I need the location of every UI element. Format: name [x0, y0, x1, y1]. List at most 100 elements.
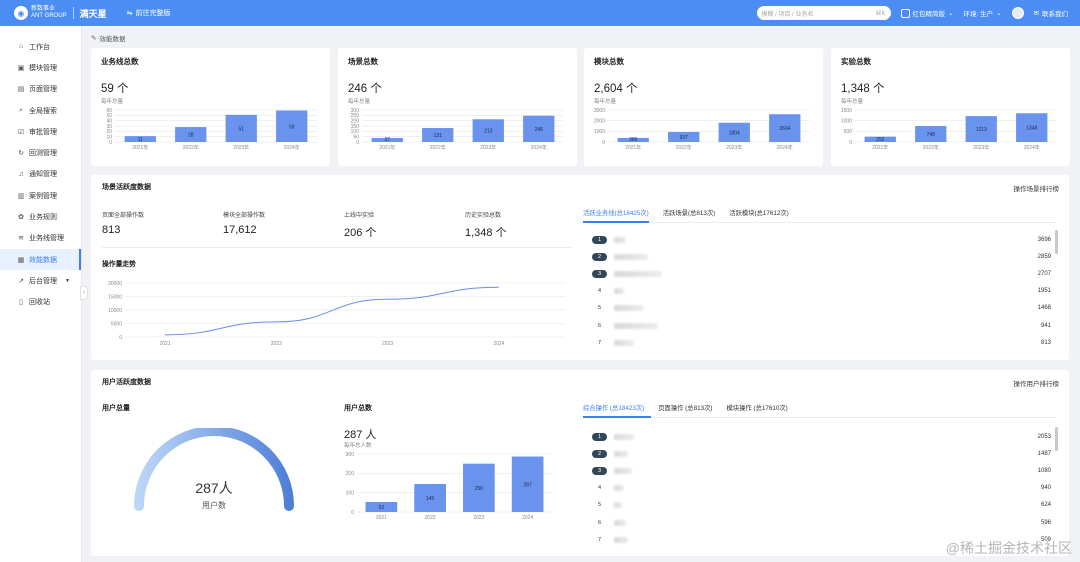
list-item[interactable]: 2 1487 [592, 445, 1051, 462]
sidebar-item-label: 业务规则 [29, 214, 57, 222]
sidebar-item-home[interactable]: ⌂ 工作台 [0, 36, 81, 57]
list-item[interactable]: 5 1468 [592, 300, 1051, 317]
sidebar-item-case[interactable]: ▥ 案例管理 [0, 185, 81, 206]
module-icon: ▣ [17, 64, 25, 72]
list-item[interactable]: 7 813 [592, 334, 1051, 351]
blurred-name [614, 450, 628, 457]
bar-value-label: 246 [535, 127, 544, 133]
rank-value: 1468 [1037, 305, 1051, 312]
list-item[interactable]: 3 2707 [592, 265, 1051, 282]
x-tick-label: 2023年 [726, 144, 742, 151]
tab-module-operations[interactable]: 模块操作 (总17610次) [726, 403, 787, 412]
avatar[interactable] [1011, 7, 1024, 19]
bar-value-label: 937 [680, 135, 689, 141]
list-item[interactable]: 6 941 [592, 317, 1051, 334]
switch-icon: ⇋ [126, 10, 133, 17]
list-item[interactable]: 4 1951 [592, 283, 1051, 300]
full-version-link[interactable]: ⇋ 前往完整版 [127, 8, 171, 18]
workspace-select[interactable]: 红包精简版 ⌄ [900, 8, 954, 18]
stat-value: 59 个 [101, 83, 129, 95]
sidebar-item-search[interactable]: ⌕ 全局搜索 [0, 100, 81, 121]
tab-active-modules[interactable]: 活跃模块(总17612次) [729, 208, 789, 217]
y-tick-label: 20000 [108, 281, 122, 287]
search-input[interactable]: 模糊 / 项目 / 业务名 ⌘K [756, 6, 891, 20]
user-tabs: 综合操作 (总18423次) 页面操作 (总813次) 模块操作 (总17610… [583, 403, 788, 412]
bar-value-label: 250 [475, 486, 484, 492]
sidebar-item-approve[interactable]: ☑ 审批管理 [0, 121, 81, 142]
sidebar-item-page[interactable]: ▤ 页面管理 [0, 79, 81, 100]
bell-icon: ♫ [18, 170, 24, 178]
x-tick-label: 2022 [425, 515, 436, 521]
list-item[interactable]: 1 2053 [592, 428, 1051, 445]
logo-text: 新数事业 ANT GROUP [31, 6, 67, 19]
x-tick-label: 2021年 [872, 144, 888, 151]
sidebar-item-trash[interactable]: ▯ 回收站 [0, 292, 81, 313]
scrollbar[interactable] [1055, 230, 1058, 254]
sidebar-item-label: 通知管理 [29, 171, 57, 179]
trash-icon: ▯ [19, 299, 23, 307]
x-tick-label: 2021 [376, 515, 387, 521]
rank-badge: 4 [597, 485, 602, 492]
breadcrumb: ✎ 效能数据 [91, 35, 126, 43]
tab-page-operations[interactable]: 页面操作 (总813次) [658, 403, 712, 412]
blurred-name [614, 467, 632, 474]
chevron-down-icon: ⌄ [948, 10, 954, 17]
list-item[interactable]: 3 1080 [592, 462, 1051, 479]
bar-value-label: 252 [876, 137, 885, 143]
x-tick-label: 2022年 [430, 144, 446, 151]
stat-card: 业务线总数 59 个每年总量 0 10 20 30 40 50 60 11 2021年 28 2022年… [91, 48, 330, 166]
app-name: 满天星 [79, 8, 107, 19]
sidebar-item-layers[interactable]: ≋ 业务线管理 [0, 228, 81, 249]
sidebar-item-gear[interactable]: ✿ 业务规则 [0, 206, 81, 227]
sidebar-item-trend[interactable]: ↗ 后台管理 ▼ [0, 270, 81, 291]
x-tick-label: 2023 [382, 341, 393, 347]
user-count-value: 287 人 [344, 429, 377, 441]
tab-active-scenes[interactable]: 活跃场景(总813次) [663, 208, 715, 217]
y-tick-label: 0 [849, 140, 852, 146]
sidebar-item-refresh[interactable]: ↻ 回测管理 [0, 142, 81, 163]
list-item[interactable]: 2 2859 [592, 248, 1051, 265]
y-tick-label: 200 [351, 118, 360, 124]
stat-value: 246 个 [348, 83, 382, 95]
y-tick-label: 250 [351, 113, 360, 119]
list-item[interactable]: 5 624 [592, 497, 1051, 514]
rank-value: 1080 [1037, 467, 1051, 474]
sidebar-item-module[interactable]: ▣ 模块管理 [0, 57, 81, 78]
env-select[interactable]: 环境: 生产 ⌄ [963, 8, 1001, 18]
list-item[interactable]: 6 596 [592, 514, 1051, 531]
rank-badge: 7 [597, 339, 602, 346]
logo[interactable]: ◉ 新数事业 ANT GROUP [14, 6, 67, 20]
tabs-border [583, 417, 1057, 418]
y-tick-label: 300 [346, 452, 355, 458]
rank-value: 1951 [1037, 288, 1051, 295]
user-ranking-link[interactable]: 操作用户排行榜 [1014, 378, 1060, 388]
tab-active-business-lines[interactable]: 活跃业务线(总18425次) [583, 208, 649, 217]
scrollbar[interactable] [1055, 427, 1058, 451]
user-count-title: 用户总数 [344, 405, 372, 412]
mini-bar-chart: 0102030405060 112021年 28 2022年 51 2023年 59 2024… [106, 108, 317, 151]
blurred-name [614, 339, 634, 346]
chat-icon: ✉ [1033, 10, 1039, 17]
bar-value-label: 131 [434, 133, 443, 139]
stat-sub: 每年总量 [101, 99, 124, 105]
trend-title: 操作量走势 [102, 261, 136, 268]
sidebar: ⌂ 工作台 ▣ 模块管理 ▤ 页面管理 ⌕ 全局搜索 ☑ 审批管理 ↻ 回测管理 ♫ 通知管理 ▥ 案例管理 ✿… [0, 26, 82, 562]
y-tick-label: 10 [106, 134, 112, 140]
x-tick-label: 2023年 [973, 144, 989, 151]
sidebar-item-chart[interactable]: ▦ 效能数据 [0, 248, 81, 271]
tab-all-operations[interactable]: 综合操作 (总18423次) [583, 403, 644, 412]
list-item[interactable]: 1 3696 [592, 231, 1051, 248]
user-count-sub: 每年总人数 [344, 443, 372, 449]
chevron-down-icon: ▼ [65, 277, 70, 284]
x-tick-label: 2023 [473, 515, 484, 521]
scene-tabs: 活跃业务线(总18425次) 活跃场景(总813次) 活跃模块(总17612次) [583, 208, 789, 217]
workspace-icon [900, 8, 910, 18]
contact-us-link[interactable]: ✉ 联系我们 [1034, 8, 1068, 18]
sidebar-collapse-handle[interactable]: ‹ [80, 286, 88, 300]
scene-ranking-link[interactable]: 操作场景排行榜 [1014, 183, 1060, 193]
sidebar-item-bell[interactable]: ♫ 通知管理 [0, 164, 81, 185]
list-item[interactable]: 4 940 [592, 480, 1051, 497]
stat-card: 场景总数 246 个每年总量 0 50 100 150 200 250 300 37 2021年 13… [338, 48, 577, 166]
tabs-border [583, 222, 1057, 223]
rank-value: 941 [1040, 322, 1051, 329]
